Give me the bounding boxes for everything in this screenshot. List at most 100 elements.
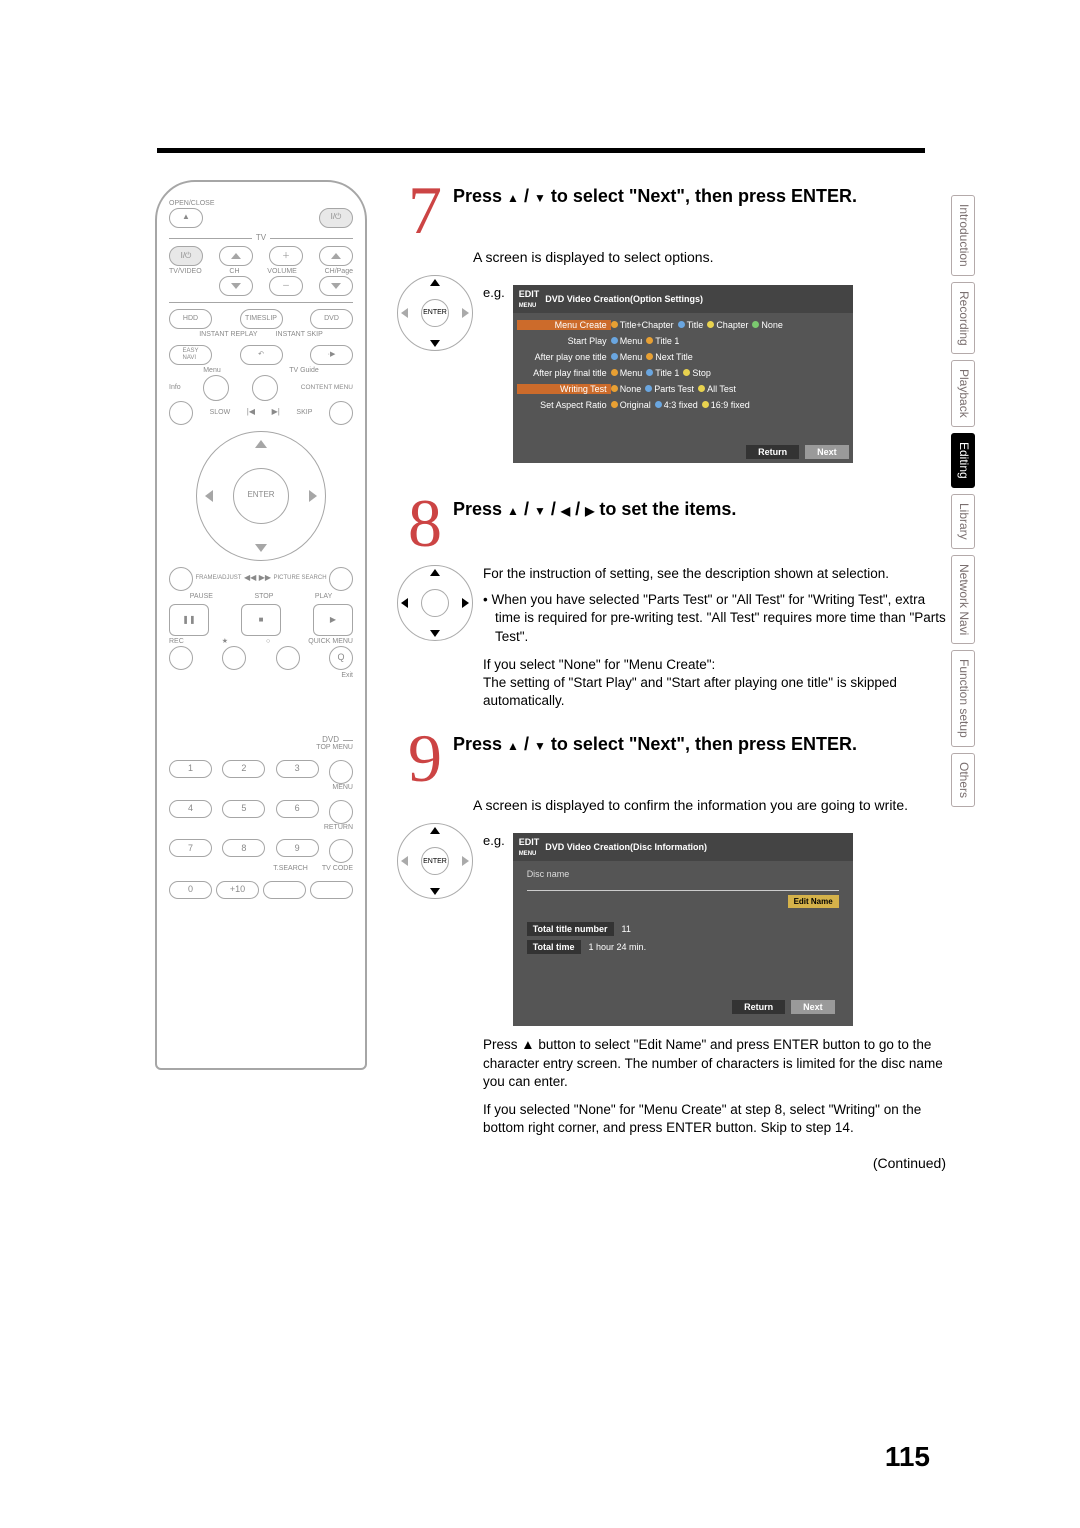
tv-section-label: TV	[256, 234, 266, 243]
step-9-p2: If you selected "None" for "Menu Create"…	[483, 1101, 950, 1137]
tab-editing: Editing	[951, 433, 975, 488]
step-number-8: 8	[397, 493, 453, 553]
tab-playback: Playback	[951, 360, 975, 427]
menu-label: Menu	[203, 367, 221, 375]
info-button	[169, 401, 193, 425]
picture-search-label: PICTURE SEARCH	[274, 575, 327, 582]
remote-control-illustration: OPEN/CLOSE ▲I/⏻ TV I/⏻ ＋ TV/VIDEO CH VOL…	[155, 180, 367, 1070]
osd-row: Set Aspect RatioOriginal4:3 fixed16:9 fi…	[517, 397, 849, 413]
quick-menu-button: Q	[329, 646, 353, 670]
ch-up-button	[219, 246, 253, 266]
step-8-heading: Press / / / to set the items.	[453, 499, 950, 520]
total-time-value: 1 hour 24 min.	[589, 942, 647, 952]
num-7: 7	[169, 839, 212, 857]
dpad-mini-8	[397, 565, 473, 641]
vol-up-button: ＋	[269, 246, 303, 266]
osd-row: After play final titleMenuTitle 1Stop	[517, 365, 849, 381]
pause-button: ❚❚	[169, 604, 209, 636]
mark-button	[276, 646, 300, 670]
step-7-desc: A screen is displayed to select options.	[473, 248, 950, 267]
frame-button	[169, 567, 193, 591]
total-title-number-label: Total title number	[527, 922, 614, 936]
osd2-next: Next	[791, 1000, 835, 1014]
dvd-menu-button	[329, 800, 353, 824]
instant-replay-label: INSTANT REPLAY	[199, 331, 257, 339]
tab-recording: Recording	[951, 282, 975, 355]
tsearch-button	[263, 881, 306, 899]
power-button: I/⏻	[319, 208, 353, 228]
osd-disc-info: EDITMENUDVD Video Creation(Disc Informat…	[513, 833, 853, 1026]
slow-label: SLOW	[210, 409, 231, 417]
side-tabs: Introduction Recording Playback Editing Libr…	[951, 195, 975, 813]
step-9: 9 Press / to select "Next", then press E…	[397, 728, 950, 788]
num-9: 9	[276, 839, 319, 857]
skip-label: SKIP	[296, 409, 312, 417]
disc-name-label: Disc name	[527, 869, 839, 879]
step-9-desc: A screen is displayed to confirm the inf…	[473, 796, 950, 815]
chpage-dn-button	[319, 276, 353, 296]
ch-label: CH	[229, 268, 239, 276]
osd-row: Start PlayMenuTitle 1	[517, 333, 849, 349]
chpage-label: CH/Page	[325, 268, 353, 276]
rec-label: REC	[169, 638, 184, 646]
step-8-p2: • When you have selected "Parts Test" or…	[483, 591, 950, 646]
plus10-button: +10	[216, 881, 259, 899]
dvd-button: DVD	[310, 309, 353, 329]
exit-label: Exit	[169, 672, 353, 680]
step-7: 7 Press / to select "Next", then press E…	[397, 180, 950, 240]
hdd-button: HDD	[169, 309, 212, 329]
frame-adjust-label: FRAME/ADJUST	[195, 575, 241, 582]
dvd-menu-label: MENU	[169, 784, 353, 792]
step-7-heading: Press / to select "Next", then press ENT…	[453, 186, 950, 207]
menu-button	[203, 375, 229, 401]
step-8-p3: If you select "None" for "Menu Create": …	[483, 656, 950, 711]
quick-menu-label: QUICK MENU	[308, 638, 353, 646]
tab-function-setup: Function setup	[951, 650, 975, 747]
num-0: 0	[169, 881, 212, 899]
easynavi-button: EASY NAVI	[169, 345, 212, 365]
total-time-label: Total time	[527, 940, 581, 954]
stop-button: ■	[241, 604, 281, 636]
dpad-illustration: ENTER	[196, 431, 326, 561]
rec-button	[169, 646, 193, 670]
open-close-label: OPEN/CLOSE	[169, 200, 353, 208]
num-5: 5	[222, 800, 265, 818]
step-8-p1: For the instruction of setting, see the …	[483, 565, 950, 583]
page-number: 115	[885, 1441, 930, 1473]
step-8: 8 Press / / / to set the items.	[397, 493, 950, 553]
return-button	[329, 839, 353, 863]
osd-row: Writing TestNoneParts TestAll Test	[517, 381, 849, 397]
timeslip-button: TIMESLIP	[240, 309, 283, 329]
chpage-up-button	[319, 246, 353, 266]
osd-row: Menu CreateTitle+ChapterTitleChapterNone	[517, 317, 849, 333]
tv-power-button: I/⏻	[169, 246, 203, 266]
tab-library: Library	[951, 494, 975, 549]
tab-network-navi: Network Navi	[951, 555, 975, 644]
total-title-number-value: 11	[622, 924, 631, 934]
tvcode-label: TV CODE	[322, 865, 353, 873]
num-6: 6	[276, 800, 319, 818]
return-label: RETURN	[169, 824, 353, 832]
tvcode-button	[310, 881, 353, 899]
step-9-p1: Press ▲ button to select "Edit Name" and…	[483, 1036, 950, 1091]
instant-replay-button: ↶	[240, 345, 283, 365]
vol-dn-button: －	[269, 276, 303, 296]
osd2-title: DVD Video Creation(Disc Information)	[545, 842, 707, 852]
osd1-title: DVD Video Creation(Option Settings)	[545, 294, 703, 304]
osd1-next: Next	[805, 445, 849, 459]
num-8: 8	[222, 839, 265, 857]
play-button: ▶	[313, 604, 353, 636]
osd-option-settings: EDITMENUDVD Video Creation(Option Settin…	[513, 285, 853, 463]
pause-label: PAUSE	[190, 593, 213, 601]
stop-label: STOP	[254, 593, 273, 601]
fav-button	[222, 646, 246, 670]
instant-skip-label: INSTANT SKIP	[276, 331, 323, 339]
dvd-section-label: DVD	[322, 736, 339, 745]
top-menu-button	[329, 760, 353, 784]
content-menu-button	[329, 401, 353, 425]
header-rule	[157, 148, 925, 153]
step-9-heading: Press / to select "Next", then press ENT…	[453, 734, 950, 755]
osd1-return: Return	[746, 445, 799, 459]
tab-introduction: Introduction	[951, 195, 975, 276]
step-number-9: 9	[397, 728, 453, 788]
